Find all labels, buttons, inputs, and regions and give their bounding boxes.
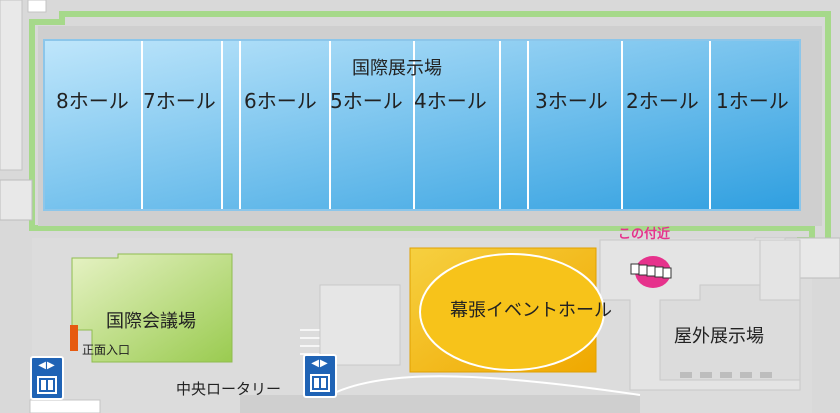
- hall-1-label[interactable]: 1ホール: [716, 91, 789, 111]
- hall-5-label[interactable]: 5ホール: [330, 91, 403, 111]
- convention-center-label[interactable]: 国際会議場: [106, 313, 196, 331]
- hall-6-label[interactable]: 6ホール: [244, 91, 317, 111]
- outdoor-exhibition-label[interactable]: 屋外展示場: [674, 328, 764, 346]
- near-here-label: この付近: [618, 227, 671, 242]
- elevator-icon[interactable]: ◀▶: [30, 356, 64, 400]
- hall-8-label[interactable]: 8ホール: [56, 91, 129, 111]
- hall-4-label[interactable]: 4ホール: [414, 91, 487, 111]
- entrance-marker: [70, 325, 78, 351]
- hall-7-label[interactable]: 7ホール: [143, 91, 216, 111]
- exhibition-title: 国際展示場: [352, 58, 442, 79]
- hall-2-label[interactable]: 2ホール: [626, 91, 699, 111]
- elevator-icon[interactable]: ◀▶: [303, 354, 337, 398]
- location-marker-icon[interactable]: [625, 255, 681, 289]
- hall-3-label[interactable]: 3ホール: [535, 91, 608, 111]
- main-entrance-label: 正面入口: [82, 343, 131, 357]
- event-hall-label[interactable]: 幕張イベントホール: [450, 302, 612, 320]
- central-rotary-label: 中央ロータリー: [176, 380, 282, 398]
- venue-map: 国際展示場 8ホール 7ホール 6ホール 5ホール 4ホール 3ホール 2ホール…: [0, 0, 840, 413]
